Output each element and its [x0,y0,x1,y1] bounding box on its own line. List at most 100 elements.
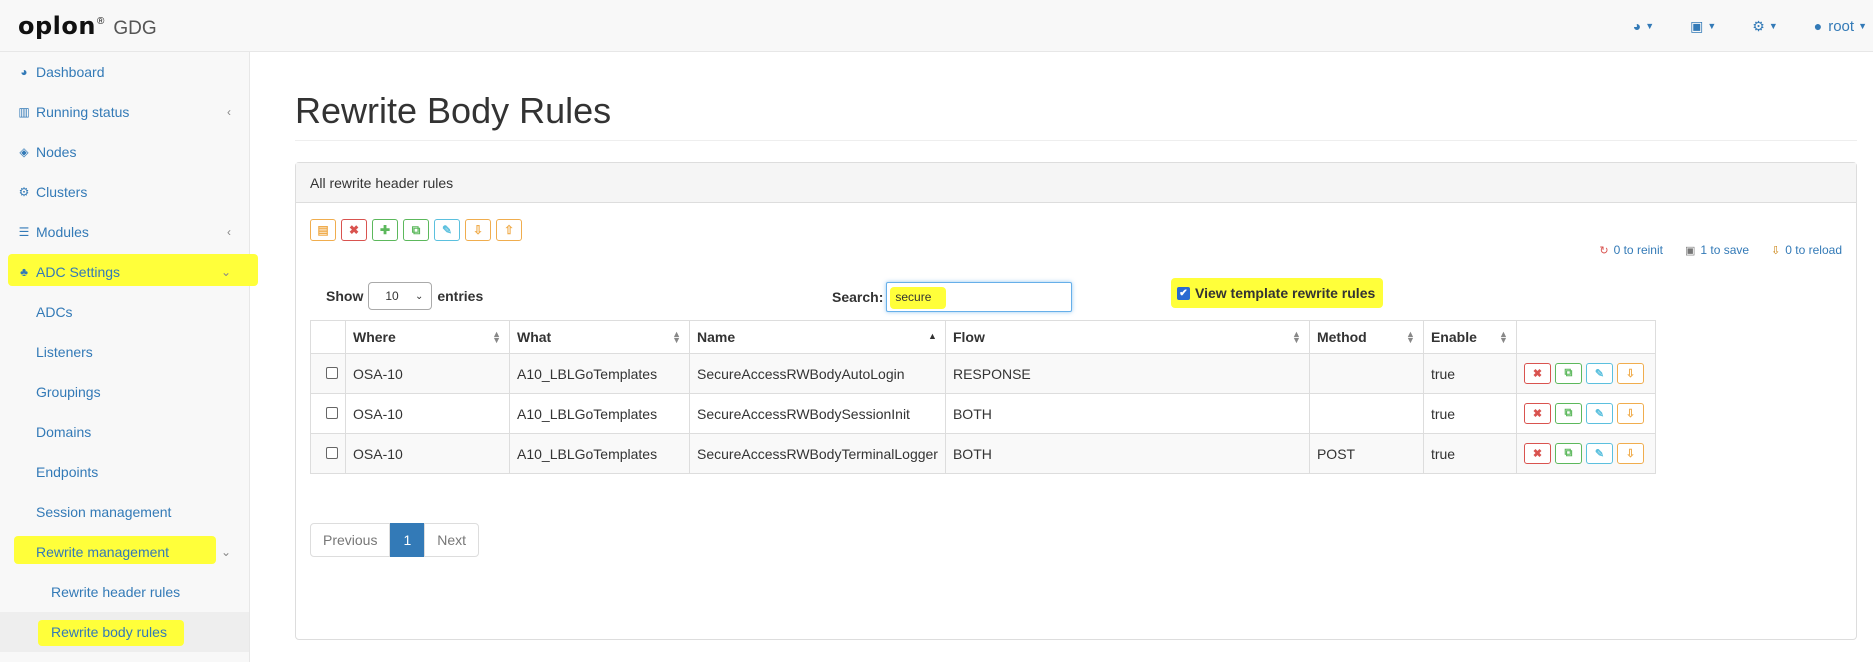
row-delete-button[interactable]: ✖ [1523,443,1551,464]
sidebar-subitem-groupings[interactable]: Groupings [0,372,249,412]
sidebar-item-label: Rewrite header rules [51,584,181,600]
row-download-button[interactable]: ⇩ [1616,363,1644,384]
row-delete-button[interactable]: ✖ [1523,403,1551,424]
column-header-method[interactable]: Method ▲ ▼ [1308,320,1424,354]
table-row: OSA-10 A10_LBLGoTemplates SecureAccessRW… [310,353,1656,394]
column-header-what[interactable]: What ▲ ▼ [509,320,690,354]
copy-icon: ⧉ [1564,367,1573,379]
row-edit-button[interactable]: ✎ [1585,363,1613,384]
page-button-current[interactable]: 1 [390,523,425,557]
view-template-toggle[interactable]: ✔ View template rewrite rules [1171,278,1384,308]
sidebar-subitem-session-management[interactable]: Session management [0,492,249,532]
cell-what: A10_LBLGoTemplates [509,353,690,394]
search-input[interactable]: secure [886,282,1073,312]
next-page-button[interactable]: Next [424,523,480,557]
row-select-cell [310,433,346,474]
reload-status[interactable]: ⇩ 0 to reload [1771,243,1842,257]
sidebar-subitem-rewrite-body-rules[interactable]: Rewrite body rules [0,612,249,652]
download-icon: ⇩ [1625,408,1636,420]
cell-enable: true [1422,393,1517,434]
page-title: Rewrite Body Rules [295,90,612,131]
chevron-down-icon: ⌄ [414,290,424,302]
row-checkbox[interactable] [326,366,338,379]
row-delete-button[interactable]: ✖ [1523,363,1551,384]
select-column-header [310,320,346,354]
save-status[interactable]: ▣ 1 to save [1685,243,1749,257]
panel-heading: All rewrite header rules [296,163,1856,203]
sidebar-item-adc-settings[interactable]: ♣ ADC Settings ⌄ [0,252,258,292]
column-header-flow[interactable]: Flow ▲ ▼ [944,320,1310,354]
caret-down-icon: ▼ [1858,21,1867,31]
upload-button[interactable]: ⇧ [496,219,522,241]
sidebar-subitem-endpoints[interactable]: Endpoints [0,452,249,492]
cell-flow: BOTH [944,433,1310,474]
bar-chart-icon: ▥ [18,105,30,119]
cell-flow: RESPONSE [944,353,1310,394]
reinit-status[interactable]: ↻ 0 to reinit [1599,243,1663,257]
gear-icon: ⚙ [1752,17,1765,34]
sidebar-subitem-listeners[interactable]: Listeners [0,332,249,372]
rules-panel: All rewrite header rules ▤ ✖ ✚ ⧉ ✎ ⇩ ⇧ ↻… [295,162,1857,640]
cell-where: OSA-10 [345,393,510,434]
sidebar-subitem-rewrite-management[interactable]: Rewrite management ⌄ [0,532,249,572]
row-copy-button[interactable]: ⧉ [1554,363,1582,384]
sidebar-item-running-status[interactable]: ▥ Running status ‹ [0,92,249,132]
registered-mark: ® [96,16,105,27]
page-length-value: 10 [385,289,399,303]
save-text: 1 to save [1700,243,1750,257]
page-length-select[interactable]: 10 ⌄ [368,282,433,310]
settings-menu[interactable]: ⚙ ▼ [1752,18,1777,35]
edit-icon: ✎ [1594,448,1605,460]
sidebar-item-label: ADCs [36,304,73,320]
cell-enable: true [1422,433,1517,474]
sidebar-item-label: Listeners [36,344,93,360]
upload-icon: ⇧ [503,223,515,237]
cell-actions: ✖ ⧉ ✎ ⇩ [1515,353,1656,394]
row-copy-button[interactable]: ⧉ [1554,403,1582,424]
sort-icon: ▲ ▼ [492,329,501,345]
sidebar-subitem-adcs[interactable]: ADCs [0,292,249,332]
column-header-where[interactable]: Where ▲ ▼ [345,320,510,354]
row-edit-button[interactable]: ✎ [1585,403,1613,424]
row-download-button[interactable]: ⇩ [1616,403,1644,424]
sidebar-item-label: Session management [36,504,172,520]
row-copy-button[interactable]: ⧉ [1554,443,1582,464]
copy-button[interactable]: ⧉ [403,219,429,241]
chevron-down-icon: ⌄ [220,265,231,279]
sidebar-item-nodes[interactable]: ◈ Nodes [0,132,249,172]
delete-button[interactable]: ✖ [341,219,367,241]
row-checkbox[interactable] [326,446,338,459]
search-value: secure [895,290,932,304]
download-icon: ⇩ [472,223,484,237]
sidebar-subitem-domains[interactable]: Domains [0,412,249,452]
view-template-label: View template rewrite rules [1195,285,1376,301]
pagination: Previous 1 Next [310,523,480,557]
row-checkbox[interactable] [326,406,338,419]
previous-page-button[interactable]: Previous [310,523,391,557]
column-header-enable[interactable]: Enable ▲ ▼ [1422,320,1517,354]
edit-button[interactable]: ✎ [434,219,460,241]
sidebar-item-dashboard[interactable]: ◕ Dashboard [0,52,249,92]
copy-icon: ⧉ [1564,447,1573,459]
sidebar-item-label: Modules [36,224,89,240]
checkbox-checked-icon[interactable]: ✔ [1177,286,1190,300]
brand-logo: oplon [18,12,96,40]
sidebar-item-label: Running status [36,104,130,120]
brand[interactable]: oplon ® GDG [18,12,157,40]
cell-actions: ✖ ⧉ ✎ ⇩ [1515,433,1656,474]
row-download-button[interactable]: ⇩ [1616,443,1644,464]
user-name: root [1828,17,1855,35]
sidebar-subitem-rewrite-header-rules[interactable]: Rewrite header rules [0,572,249,612]
column-header-name[interactable]: Name ▲ [689,320,946,354]
title-divider [295,140,1857,141]
sidebar-item-modules[interactable]: ☰ Modules ‹ [0,212,249,252]
row-edit-button[interactable]: ✎ [1585,443,1613,464]
sidebar-item-clusters[interactable]: ⚙ Clusters [0,172,249,212]
export-file-button[interactable]: ▤ [310,219,336,241]
search-control: Search: secure [832,282,1073,312]
save-menu[interactable]: ▣ ▼ [1690,18,1716,35]
dashboard-menu[interactable]: ◕ ▼ [1633,18,1654,34]
download-button[interactable]: ⇩ [465,219,491,241]
add-button[interactable]: ✚ [372,219,398,241]
user-menu[interactable]: ● root ▼ [1814,18,1867,35]
